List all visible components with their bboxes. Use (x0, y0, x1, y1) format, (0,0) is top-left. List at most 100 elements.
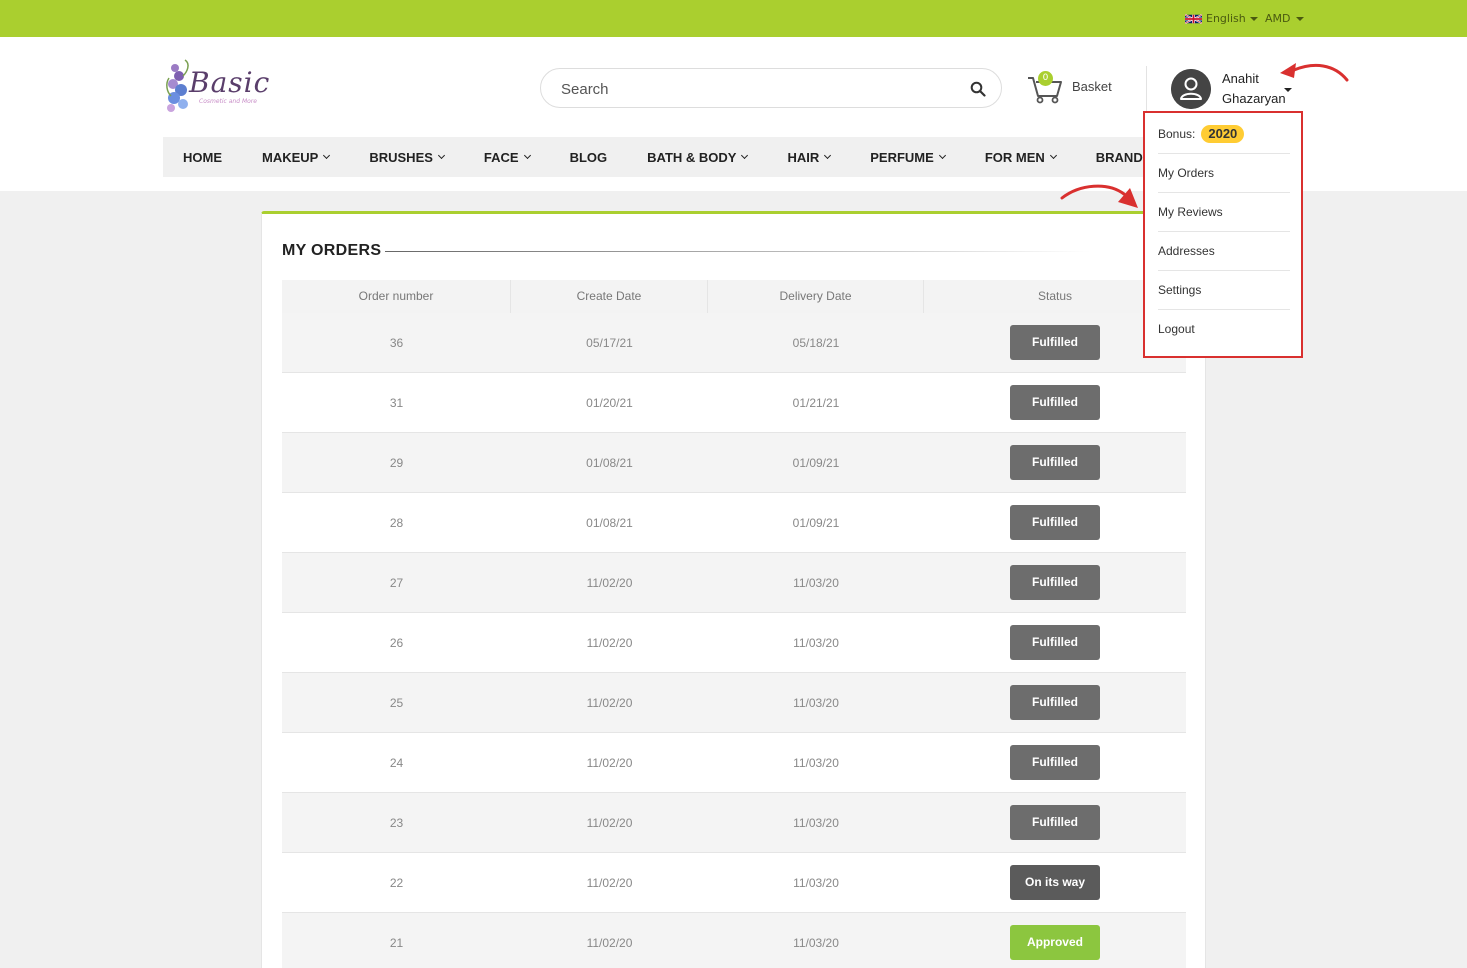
nav-item-label: HOME (183, 149, 222, 165)
nav-item-bath-body[interactable]: BATH & BODY (627, 150, 767, 165)
status-badge[interactable]: Fulfilled (1010, 685, 1100, 720)
nav-item-label: MAKEUP (262, 149, 319, 165)
nav-item-label: PERFUME (870, 149, 934, 165)
column-header: Delivery Date (708, 280, 924, 313)
main-nav: HOME MAKEUP BRUSHES FACE BLOG BATH & BODY HAIR… (163, 137, 1153, 177)
nav-item-label: BATH & BODY (647, 149, 737, 165)
bonus-value-badge: 2020 (1201, 125, 1245, 143)
language-selector[interactable]: English (1185, 12, 1258, 25)
status-cell: Fulfilled (924, 385, 1186, 420)
menu-item-settings[interactable]: Settings (1158, 271, 1290, 310)
nav-item-brushes[interactable]: BRUSHES (349, 150, 464, 165)
status-badge[interactable]: Approved (1010, 925, 1100, 960)
order-number-cell: 31 (389, 395, 404, 410)
table-row: 25 11/02/20 11/03/20 Fulfilled (282, 673, 1186, 733)
order-number-cell: 21 (389, 935, 404, 950)
order-number-cell: 26 (389, 635, 404, 650)
status-badge[interactable]: On its way (1010, 865, 1100, 900)
chevron-down-icon (824, 151, 832, 160)
delivery-date-cell: 11/03/20 (793, 755, 839, 770)
chevron-down-icon (1049, 151, 1057, 160)
orders-table: Order number Create Date Delivery Date S… (282, 280, 1186, 968)
chevron-down-icon (1284, 88, 1292, 92)
currency-selector[interactable]: AMD (1265, 12, 1304, 25)
page-title: MY ORDERS (282, 242, 382, 259)
user-last-name: Ghazaryan (1222, 91, 1286, 106)
status-badge[interactable]: Fulfilled (1010, 445, 1100, 480)
order-number-cell: 28 (389, 515, 404, 530)
table-row: 27 11/02/20 11/03/20 Fulfilled (282, 553, 1186, 613)
create-date-cell: 11/02/20 (586, 875, 633, 890)
order-number-cell: 29 (389, 455, 404, 470)
nav-item-perfume[interactable]: PERFUME (850, 150, 965, 165)
status-badge[interactable]: Fulfilled (1010, 745, 1100, 780)
brand-name[interactable]: Basic (189, 66, 270, 99)
create-date-cell: 11/02/20 (586, 695, 633, 710)
nav-item-label: FOR MEN (984, 149, 1045, 165)
order-number-cell: 24 (389, 755, 404, 770)
menu-item-addresses[interactable]: Addresses (1158, 232, 1290, 271)
search-input[interactable] (561, 78, 941, 100)
delivery-date-cell: 11/03/20 (793, 935, 839, 950)
table-row: 28 01/08/21 01/09/21 Fulfilled (282, 493, 1186, 553)
uk-flag-icon (1185, 13, 1202, 24)
delivery-date-cell: 11/03/20 (793, 635, 839, 650)
status-badge[interactable]: Fulfilled (1010, 565, 1100, 600)
search-icon[interactable] (970, 81, 986, 97)
nav-item-for-men[interactable]: FOR MEN (965, 150, 1076, 165)
table-row: 22 11/02/20 11/03/20 On its way (282, 853, 1186, 913)
menu-item-my-orders[interactable]: My Orders (1158, 154, 1290, 193)
status-badge[interactable]: Fulfilled (1010, 625, 1100, 660)
menu-item-logout[interactable]: Logout (1158, 310, 1290, 349)
nav-item-blog[interactable]: BLOG (550, 150, 628, 165)
top-bar: English AMD (0, 0, 1467, 37)
delivery-date-cell: 05/18/21 (792, 335, 840, 350)
user-first-name: Anahit (1222, 71, 1259, 86)
status-badge[interactable]: Fulfilled (1010, 505, 1100, 540)
status-cell: Fulfilled (924, 625, 1186, 660)
nav-item-hair[interactable]: HAIR (767, 150, 850, 165)
create-date-cell: 11/02/20 (586, 575, 633, 590)
status-cell: Approved (924, 925, 1186, 960)
create-date-cell: 11/02/20 (586, 815, 633, 830)
nav-item-brands[interactable]: BRANDS (1076, 150, 1153, 165)
status-cell: Fulfilled (924, 745, 1186, 780)
delivery-date-cell: 11/03/20 (793, 695, 839, 710)
status-badge[interactable]: Fulfilled (1010, 325, 1100, 360)
basket-count-badge: 0 (1038, 71, 1053, 86)
column-header: Order number (282, 280, 511, 313)
nav-item-label: HAIR (787, 149, 820, 165)
delivery-date-cell: 01/09/21 (792, 515, 840, 530)
nav-item-label: BLOG (569, 149, 608, 165)
basket-button[interactable]: 0 Basket (1026, 70, 1126, 104)
create-date-cell: 05/17/21 (586, 335, 633, 350)
create-date-cell: 01/08/21 (586, 455, 633, 470)
column-header: Create Date (511, 280, 708, 313)
menu-item-my-reviews[interactable]: My Reviews (1158, 193, 1290, 232)
order-number-cell: 23 (389, 815, 404, 830)
table-row: 23 11/02/20 11/03/20 Fulfilled (282, 793, 1186, 853)
bonus-label: Bonus: (1158, 127, 1196, 141)
table-row: 24 11/02/20 11/03/20 Fulfilled (282, 733, 1186, 793)
title-divider (385, 251, 1090, 252)
nav-item-face[interactable]: FACE (464, 150, 550, 165)
nav-item-label: FACE (483, 149, 519, 165)
status-cell: Fulfilled (924, 805, 1186, 840)
status-cell: Fulfilled (924, 565, 1186, 600)
order-number-cell: 22 (389, 875, 404, 890)
nav-item-home[interactable]: HOME (163, 150, 242, 165)
status-badge[interactable]: Fulfilled (1010, 385, 1100, 420)
nav-item-makeup[interactable]: MAKEUP (242, 150, 349, 165)
delivery-date-cell: 11/03/20 (793, 875, 839, 890)
chevron-down-icon (741, 151, 749, 160)
order-number-cell: 27 (389, 575, 404, 590)
create-date-cell: 11/02/20 (586, 935, 633, 950)
user-avatar-icon (1171, 69, 1211, 109)
order-number-cell: 25 (389, 695, 404, 710)
chevron-down-icon (437, 151, 445, 160)
status-badge[interactable]: Fulfilled (1010, 805, 1100, 840)
order-number-cell: 36 (389, 335, 404, 350)
chevron-down-icon (938, 151, 946, 160)
table-row: 26 11/02/20 11/03/20 Fulfilled (282, 613, 1186, 673)
basket-label: Basket (1072, 79, 1112, 94)
